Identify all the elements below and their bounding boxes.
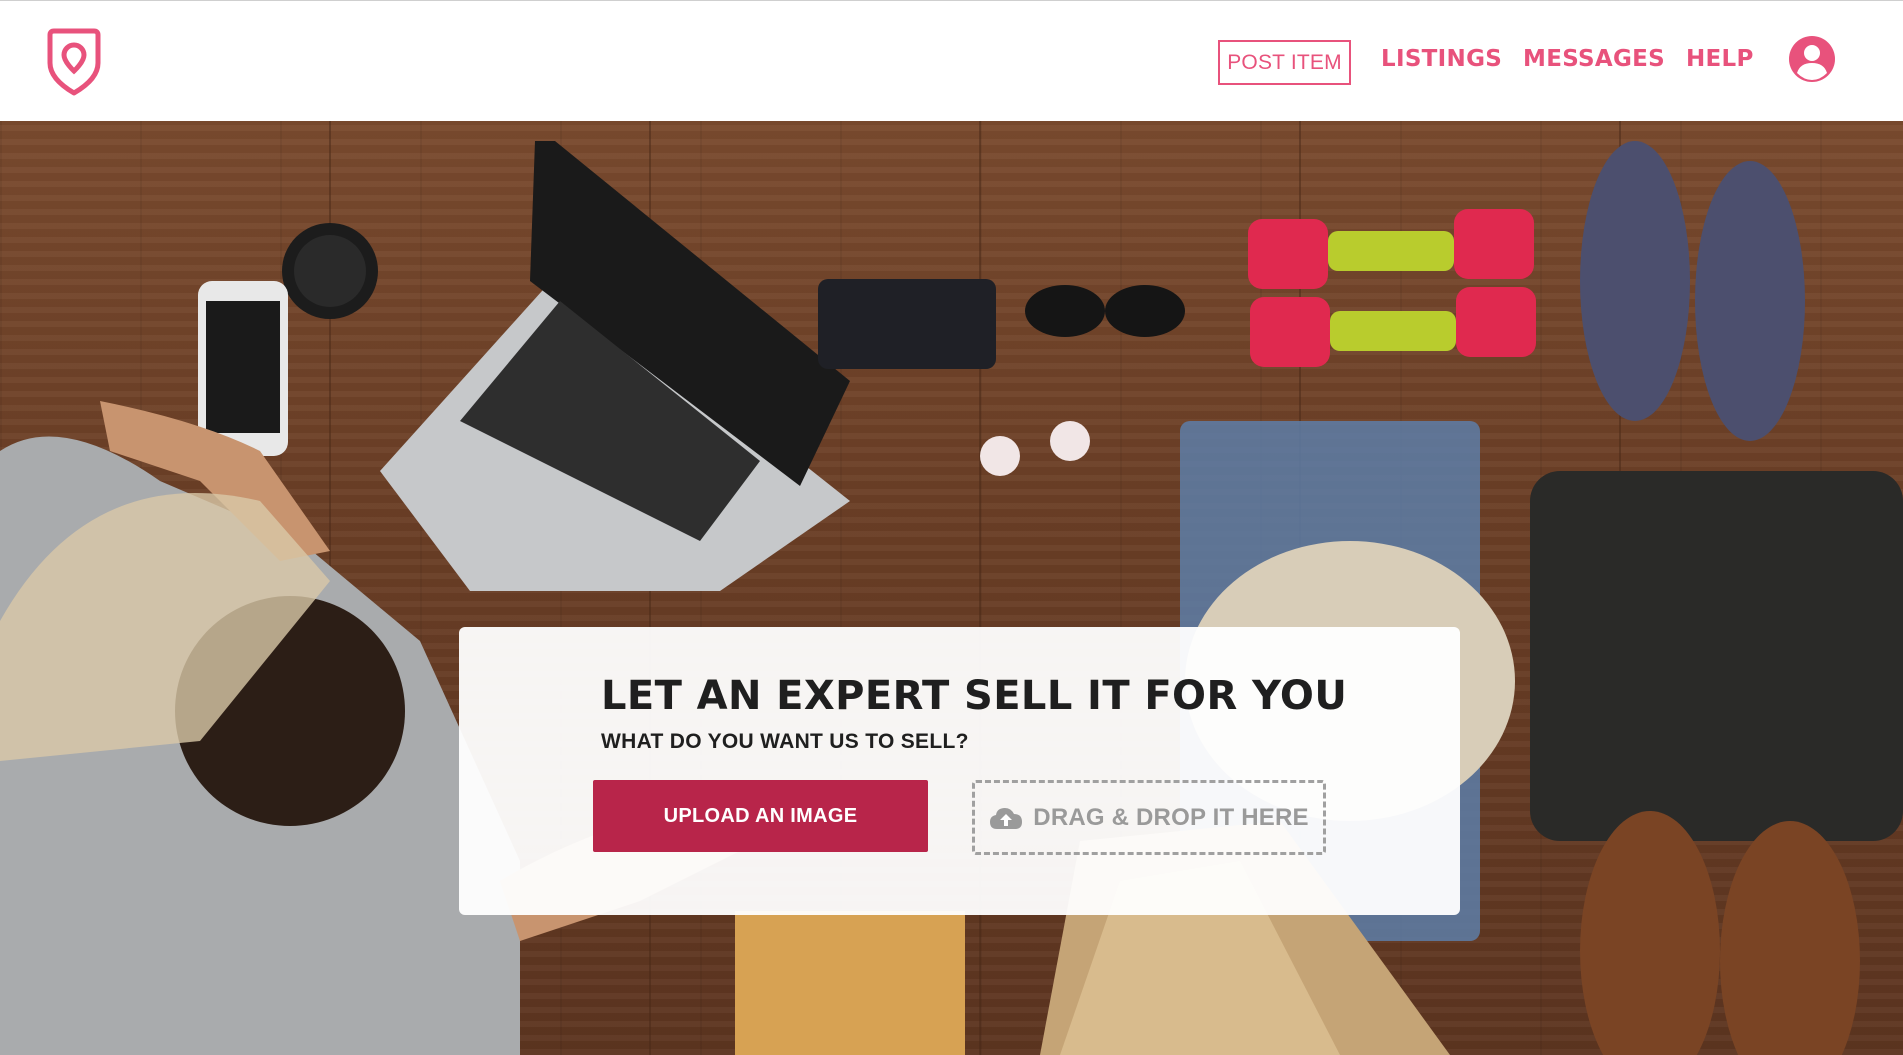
card-title: LET AN EXPERT SELL IT FOR YOU <box>601 673 1348 719</box>
nav-listings-link[interactable]: LISTINGS <box>1381 46 1502 72</box>
hero-banner: LET AN EXPERT SELL IT FOR YOU WHAT DO YO… <box>0 121 1903 1055</box>
upload-image-button[interactable]: UPLOAD AN IMAGE <box>593 780 928 852</box>
sell-prompt-card: LET AN EXPERT SELL IT FOR YOU WHAT DO YO… <box>459 627 1460 915</box>
logo-icon[interactable] <box>44 27 104 97</box>
nav-help-link[interactable]: HELP <box>1686 46 1754 72</box>
site-header: POST ITEM LISTINGS MESSAGES HELP <box>0 0 1903 121</box>
drag-drop-zone[interactable]: DRAG & DROP IT HERE <box>972 780 1326 855</box>
cloud-upload-icon <box>989 805 1023 831</box>
card-subtitle: WHAT DO YOU WANT US TO SELL? <box>601 730 969 753</box>
nav-messages-link[interactable]: MESSAGES <box>1523 46 1665 72</box>
drag-drop-label: DRAG & DROP IT HERE <box>1033 803 1309 831</box>
post-item-button[interactable]: POST ITEM <box>1218 40 1351 85</box>
user-circle-icon[interactable] <box>1788 35 1836 83</box>
